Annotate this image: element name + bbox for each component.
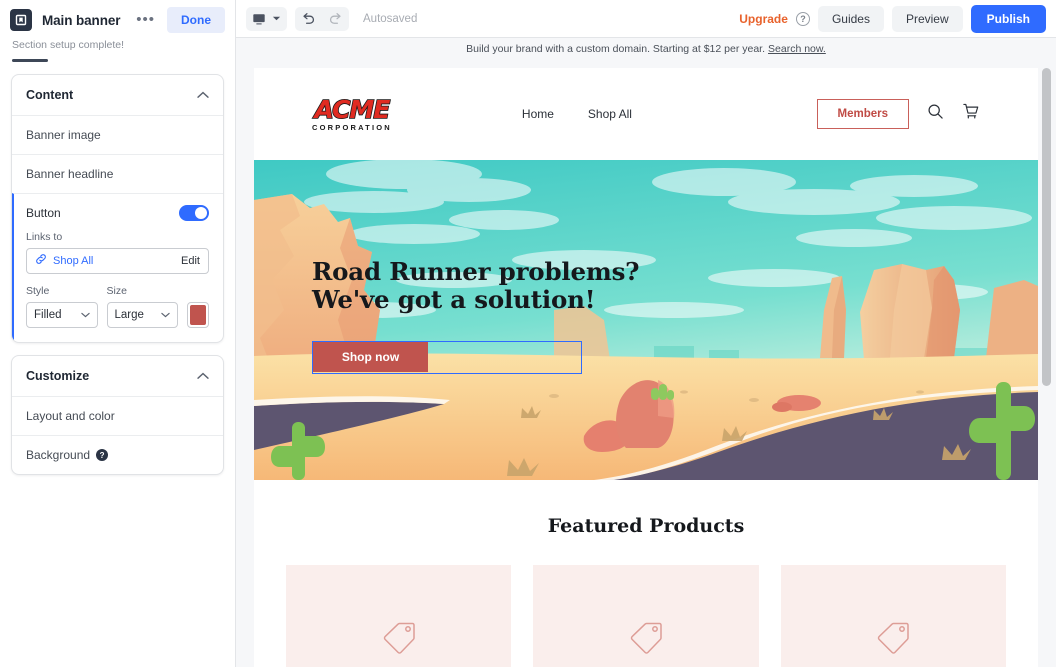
button-color-chip [190, 305, 206, 325]
hero-button-selection-box[interactable]: Shop now [312, 340, 582, 374]
content-section-header[interactable]: Content [12, 75, 223, 115]
desktop-icon[interactable] [246, 7, 272, 31]
device-selector[interactable] [246, 6, 287, 31]
promo-link[interactable]: Search now. [768, 43, 826, 55]
chevron-up-icon[interactable] [197, 86, 209, 104]
more-options-button[interactable]: ••• [128, 12, 163, 27]
hero-content: Road Runner problems? We've got a soluti… [312, 257, 640, 374]
panel-header: Main banner ••• Done [0, 0, 235, 36]
site-preview: ACME CORPORATION Home Shop All Members R… [254, 68, 1038, 667]
setup-progress-bar [12, 59, 48, 62]
question-mark-icon[interactable]: ? [795, 11, 810, 26]
product-card[interactable] [533, 565, 759, 667]
customize-section-header[interactable]: Customize [12, 356, 223, 396]
nav-item-home[interactable]: Home [522, 107, 554, 121]
history-controls [295, 6, 349, 31]
style-label: Style [26, 285, 50, 297]
links-to-field[interactable]: Shop All Edit [26, 248, 209, 274]
product-card[interactable] [286, 565, 512, 667]
row-banner-headline[interactable]: Banner headline [12, 154, 223, 193]
search-icon[interactable] [927, 103, 944, 125]
site-nav: Home Shop All [522, 107, 632, 121]
section-banner-icon [10, 9, 32, 31]
members-button[interactable]: Members [816, 99, 909, 129]
style-select[interactable]: Filled [26, 302, 98, 328]
row-banner-image-label: Banner image [26, 128, 101, 142]
redo-icon [322, 7, 349, 31]
links-to-label: Links to [26, 231, 63, 243]
size-field: Size Large [106, 285, 178, 328]
editor-app: Main banner ••• Done Section setup compl… [0, 0, 1056, 667]
toolbar-right-actions: Upgrade ? Guides Preview Publish [739, 4, 1046, 33]
product-card-list [286, 565, 1006, 667]
price-tag-icon [875, 620, 911, 661]
row-background[interactable]: Background ? [12, 435, 223, 474]
chevron-up-icon[interactable] [197, 367, 209, 385]
site-header-actions: Members [816, 99, 981, 129]
row-banner-image[interactable]: Banner image [12, 115, 223, 154]
top-toolbar: Autosaved Upgrade ? Guides Preview Publi… [236, 0, 1056, 38]
site-logo[interactable]: ACME CORPORATION [312, 94, 392, 132]
link-icon [35, 252, 47, 270]
row-layout-and-color-label: Layout and color [26, 409, 115, 423]
logo-subtext: CORPORATION [312, 122, 392, 132]
site-header: ACME CORPORATION Home Shop All Members [254, 68, 1038, 160]
button-row-label: Button [26, 206, 61, 220]
button-settings-body: Links to Shop All Edit Style Filled Size… [12, 227, 223, 342]
style-select-value: Filled [34, 309, 62, 321]
shopping-cart-icon[interactable] [962, 103, 980, 125]
undo-icon[interactable] [295, 7, 322, 31]
style-size-row: Style Filled Size Large [26, 285, 209, 328]
price-tag-icon [381, 620, 417, 661]
scrollbar-track[interactable] [1042, 68, 1051, 667]
size-label: Size [106, 285, 127, 297]
size-select-value: Large [114, 309, 144, 321]
row-banner-headline-label: Banner headline [26, 167, 114, 181]
guides-button[interactable]: Guides [817, 5, 884, 32]
links-to-value: Shop All [53, 255, 94, 267]
preview-canvas: ACME CORPORATION Home Shop All Members R… [236, 60, 1056, 667]
row-layout-and-color[interactable]: Layout and color [12, 396, 223, 435]
upgrade-link[interactable]: Upgrade [739, 12, 788, 26]
featured-products-title: Featured Products [547, 515, 745, 537]
product-card[interactable] [780, 565, 1006, 667]
style-field: Style Filled [26, 285, 98, 328]
autosave-status: Autosaved [363, 12, 418, 25]
vertical-scrollbar[interactable] [1042, 68, 1051, 386]
button-enabled-toggle[interactable] [179, 205, 209, 221]
done-button[interactable]: Done [167, 7, 225, 33]
shop-now-button[interactable]: Shop now [313, 341, 428, 372]
chevron-down-icon [80, 310, 90, 320]
row-background-label: Background [26, 448, 91, 462]
price-tag-icon [628, 620, 664, 661]
preview-button[interactable]: Preview [891, 5, 963, 32]
customize-section-title: Customize [26, 369, 90, 383]
section-settings-panel: Main banner ••• Done Section setup compl… [0, 0, 236, 667]
promo-banner: Build your brand with a custom domain. S… [236, 38, 1056, 60]
logo-text: ACME [314, 94, 391, 124]
featured-products-section: Featured Products [254, 480, 1038, 667]
hero-banner-section[interactable]: Road Runner problems? We've got a soluti… [254, 160, 1038, 480]
content-section-card: Content Banner image Banner headline But… [11, 74, 224, 343]
row-button-header: Button [12, 193, 223, 227]
page-title: Main banner [42, 12, 121, 28]
customize-section-card: Customize Layout and color Background ? [11, 355, 224, 475]
promo-text: Build your brand with a custom domain. S… [466, 43, 766, 55]
size-select[interactable]: Large [106, 302, 178, 328]
button-color-swatch[interactable] [187, 302, 209, 328]
chevron-down-icon [161, 310, 170, 320]
publish-button[interactable]: Publish [970, 4, 1046, 33]
nav-item-shop-all[interactable]: Shop All [588, 107, 632, 121]
hero-headline-line1: Road Runner problems? [312, 257, 640, 286]
hero-headline-line2: We've got a solution! [312, 285, 596, 315]
editor-main: Autosaved Upgrade ? Guides Preview Publi… [236, 0, 1056, 667]
links-to-edit-button[interactable]: Edit [181, 255, 200, 267]
chevron-down-icon[interactable] [272, 7, 287, 31]
content-section-title: Content [26, 88, 74, 102]
setup-status-text: Section setup complete! [12, 39, 125, 51]
help-icon[interactable]: ? [96, 449, 109, 461]
